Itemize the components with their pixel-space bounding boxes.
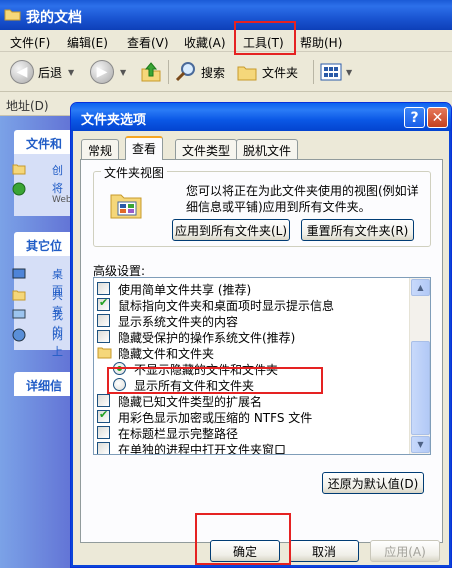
advanced-setting-label[interactable]: 隐藏受保护的操作系统文件(推荐): [118, 329, 295, 345]
shared-folder-icon: [12, 290, 26, 301]
explorer-menubar: 文件(F) 编辑(E) 查看(V) 收藏(A) 工具(T) 帮助(H): [0, 30, 452, 52]
advanced-settings-scrollbar[interactable]: ▲ ▼: [409, 278, 430, 454]
folder-view-icon: [110, 194, 142, 219]
chevron-down-icon: ▼: [120, 67, 127, 77]
folder-icon: [4, 9, 21, 21]
folder-icon: [97, 347, 112, 359]
option-checkbox[interactable]: [97, 282, 110, 295]
advanced-settings-list[interactable]: 使用简单文件共享 (推荐)鼠标指向文件夹和桌面项时显示提示信息显示系统文件夹的内…: [93, 277, 431, 455]
up-folder-icon: [141, 62, 161, 82]
details-header[interactable]: 详细信: [14, 372, 74, 396]
search-button[interactable]: 搜索: [175, 60, 225, 84]
desktop-icon: [12, 268, 26, 279]
reset-all-folders-button[interactable]: 重置所有文件夹(R): [301, 219, 414, 241]
folder-options-dialog: 文件夹选项 ? ✕ 常规 查看 文件类型 脱机文件 文件夹视图 您可以将正在为此…: [70, 102, 452, 568]
option-checkbox[interactable]: [97, 330, 110, 343]
explorer-title: 我的文档: [26, 10, 82, 26]
cancel-button[interactable]: 取消: [289, 540, 359, 562]
apply-button[interactable]: 应用(A): [370, 540, 440, 562]
option-checkbox[interactable]: [97, 426, 110, 439]
web-publish-icon: [12, 182, 26, 196]
dialog-title: 文件夹选项: [81, 113, 147, 128]
up-folder-button[interactable]: [140, 60, 162, 84]
tab-view[interactable]: 查看: [125, 136, 164, 160]
dialog-title-bar: 文件夹选项 ? ✕: [71, 103, 451, 131]
option-checkbox[interactable]: [97, 394, 110, 407]
new-folder-icon: [12, 164, 26, 175]
annotation-tools-highlight: [234, 21, 296, 55]
menu-edit[interactable]: 编辑(E): [67, 34, 108, 51]
help-button[interactable]: ?: [404, 107, 425, 128]
toolbar-separator: [313, 60, 314, 84]
menu-file[interactable]: 文件(F): [10, 34, 50, 51]
annotation-show-all-files-highlight: [107, 367, 323, 394]
advanced-setting-label[interactable]: 在标题栏显示完整路径: [118, 425, 238, 441]
network-places-icon: [12, 328, 26, 342]
scroll-thumb[interactable]: [411, 341, 430, 435]
task-link[interactable]: 创: [52, 162, 63, 178]
toolbar-separator: [168, 60, 169, 84]
advanced-setting-label[interactable]: 用彩色显示加密或压缩的 NTFS 文件: [118, 409, 312, 425]
forward-button[interactable]: ▶ ▼: [90, 60, 126, 84]
tab-general[interactable]: 常规: [81, 139, 120, 159]
option-checkbox[interactable]: [97, 314, 110, 327]
chevron-down-icon: ▼: [346, 67, 353, 77]
folders-button[interactable]: 文件夹: [236, 60, 298, 84]
task-link[interactable]: 将: [52, 180, 63, 196]
folder-view-title: 文件夹视图: [101, 164, 168, 181]
advanced-setting-label[interactable]: 显示系统文件夹的内容: [118, 313, 238, 329]
folders-icon: [237, 66, 257, 81]
explorer-title-bar: 我的文档: [0, 0, 452, 30]
option-checkbox[interactable]: [97, 408, 110, 423]
explorer-task-pane: 文件和 创 将 Web 其它位 桌面 共享 我的 网上 详细信: [0, 116, 74, 568]
my-computer-icon: [12, 309, 26, 319]
apply-to-all-folders-button[interactable]: 应用到所有文件夹(L): [172, 219, 290, 241]
tab-offline-files[interactable]: 脱机文件: [236, 139, 299, 159]
views-grid-icon: [320, 63, 342, 81]
place-link[interactable]: 网上: [52, 327, 70, 359]
advanced-setting-label[interactable]: 鼠标指向文件夹和桌面项时显示提示信息: [118, 297, 334, 313]
folders-label: 文件夹: [262, 65, 299, 80]
option-checkbox[interactable]: [97, 442, 110, 454]
views-button[interactable]: ▼: [320, 60, 352, 84]
scroll-down-arrow-icon[interactable]: ▼: [411, 436, 430, 453]
folder-view-description: 您可以将正在为此文件夹使用的视图(例如详细信息或平铺)应用到所有文件夹。: [186, 184, 419, 214]
close-button[interactable]: ✕: [427, 107, 448, 128]
menu-help[interactable]: 帮助(H): [300, 34, 342, 51]
other-places-header[interactable]: 其它位: [14, 232, 74, 256]
back-arrow-icon: ◀: [10, 60, 34, 84]
menu-view[interactable]: 查看(V): [127, 34, 169, 51]
option-checkbox[interactable]: [97, 296, 110, 311]
advanced-setting-label[interactable]: 在单独的进程中打开文件夹窗口: [118, 441, 286, 454]
task-link[interactable]: Web: [52, 195, 72, 205]
tab-file-types[interactable]: 文件类型: [175, 139, 238, 159]
scroll-up-arrow-icon[interactable]: ▲: [411, 279, 430, 296]
forward-arrow-icon: ▶: [90, 60, 114, 84]
restore-defaults-button[interactable]: 还原为默认值(D): [322, 472, 424, 494]
advanced-setting-label[interactable]: 使用简单文件共享 (推荐): [118, 281, 251, 297]
search-icon: [175, 62, 195, 82]
address-label: 地址(D): [6, 99, 49, 113]
file-tasks-header[interactable]: 文件和: [14, 130, 74, 154]
back-button[interactable]: ◀ 后退 ▼: [10, 60, 74, 84]
back-label: 后退: [38, 65, 63, 80]
explorer-toolbar: ◀ 后退 ▼ ▶ ▼ 搜索 文件夹 ▼: [0, 52, 452, 92]
chevron-down-icon: ▼: [68, 67, 75, 77]
advanced-setting-label[interactable]: 隐藏文件和文件夹: [118, 345, 214, 361]
advanced-setting-label[interactable]: 隐藏已知文件类型的扩展名: [118, 393, 262, 409]
menu-favorites[interactable]: 收藏(A): [184, 34, 226, 51]
annotation-ok-highlight: [195, 513, 291, 565]
search-label: 搜索: [201, 65, 226, 80]
